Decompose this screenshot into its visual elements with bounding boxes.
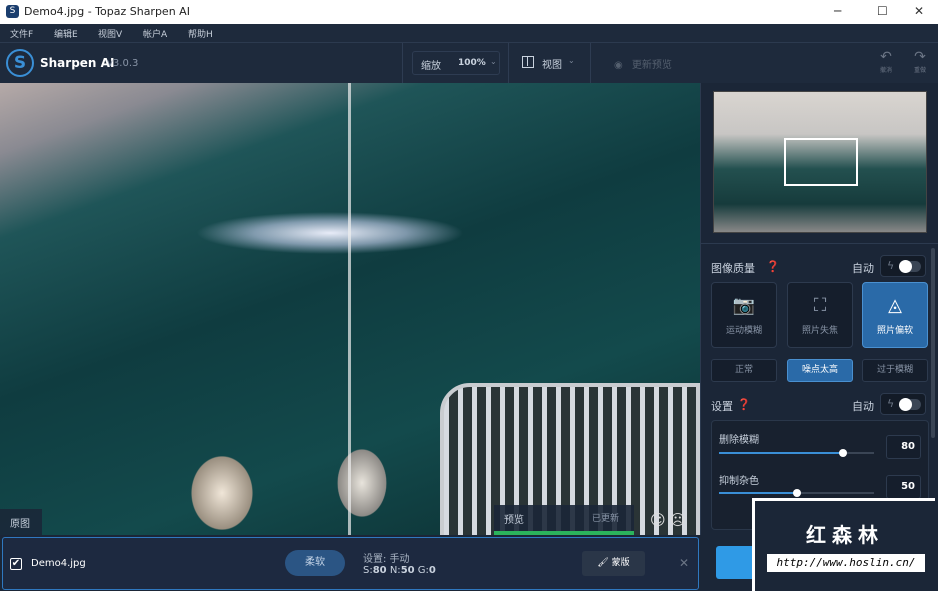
image-quality-label: 图像质量	[711, 262, 755, 275]
eye-icon: ◉	[614, 60, 623, 71]
maximize-button[interactable]: ☐	[877, 4, 888, 18]
preview-box: 预览 已更新	[494, 505, 634, 535]
mode-out-of-focus[interactable]: ⛶ 照片失焦	[787, 282, 853, 348]
auto-settings-toggle[interactable]: ϟ	[880, 393, 926, 415]
zoom-value: 100%	[458, 58, 486, 68]
help-icon[interactable]: ❓	[737, 398, 751, 411]
image-canvas[interactable]: 原图 预览 已更新 ☺ ☹	[0, 83, 700, 535]
remove-file-button[interactable]: ✕	[679, 556, 689, 570]
menu-edit[interactable]: 编辑E	[54, 27, 78, 40]
redo-icon: ↷	[914, 49, 926, 65]
watermark-title: 红森林	[806, 523, 884, 547]
file-name: Demo4.jpg	[31, 558, 86, 569]
toolbar: S Sharpen AI v3.0.3 缩放 100% ⌄ 视图 ⌄ ◉ 更新预…	[0, 43, 938, 83]
app-icon: S	[6, 5, 19, 18]
prism-icon: ◬	[888, 295, 902, 316]
mode-label: 照片偏软	[876, 326, 913, 336]
preview-status: 已更新	[592, 514, 620, 524]
window-title: Demo4.jpg - Topaz Sharpen AI	[24, 5, 190, 18]
undo-label: 撤消	[879, 67, 892, 74]
noise-high[interactable]: 噪点太高	[787, 359, 853, 382]
mask-button[interactable]: 🖌 蒙版	[582, 551, 645, 576]
suppress-noise-value[interactable]: 50	[886, 475, 921, 499]
original-label: 原图	[0, 509, 42, 535]
zoom-dropdown[interactable]: 缩放 100% ⌄	[412, 51, 500, 75]
smile-face-icon[interactable]: ☺	[650, 511, 666, 529]
neutral-face-icon[interactable]: ☹	[670, 511, 686, 529]
redo-button[interactable]: ↷ 重做	[908, 49, 932, 74]
menu-file[interactable]: 文件F	[10, 27, 33, 40]
menu-account[interactable]: 帐户A	[143, 27, 167, 40]
remove-blur-slider[interactable]	[719, 449, 874, 457]
undo-button[interactable]: ↶ 撤消	[874, 49, 898, 74]
redo-label: 重做	[913, 67, 926, 74]
camera-shake-icon: 📷	[732, 295, 756, 316]
navigator-viewport[interactable]	[784, 138, 858, 186]
watermark-logo: 红森林 http://www.hoslin.cn/	[752, 498, 935, 591]
suppress-noise-slider[interactable]	[719, 489, 874, 497]
remove-blur-value[interactable]: 80	[886, 435, 921, 459]
watermark-url: http://www.hoslin.cn/	[767, 554, 925, 572]
slider-knob[interactable]	[792, 489, 801, 497]
focus-person-icon: ⛶	[813, 295, 827, 316]
settings-line: 设置: 手动	[363, 554, 410, 565]
menu-bar: 文件F 编辑E 视图V 帐户A 帮助H	[0, 24, 938, 43]
update-preview-button[interactable]: ◉ 更新预览	[614, 56, 672, 71]
mode-label: 运动模糊	[725, 326, 762, 336]
app-name: Sharpen AI	[40, 56, 115, 70]
undo-icon: ↶	[880, 49, 892, 65]
title-bar: S Demo4.jpg - Topaz Sharpen AI ─ ☐ ✕	[0, 0, 938, 24]
update-preview-label: 更新预览	[631, 60, 672, 71]
brush-icon: 🖌	[597, 558, 609, 568]
menu-view[interactable]: 视图V	[98, 27, 122, 40]
view-label: 视图	[542, 60, 562, 71]
lightning-icon: ϟ	[887, 259, 895, 272]
minimize-button[interactable]: ─	[834, 4, 841, 18]
mode-motion-blur[interactable]: 📷 运动模糊	[711, 282, 777, 348]
split-divider-handle[interactable]	[348, 83, 351, 535]
help-icon[interactable]: ❓	[766, 260, 780, 273]
slider-knob[interactable]	[839, 449, 847, 457]
right-panel: 图像质量 ❓ 自动 ϟ 📷 运动模糊 ⛶ 照片失焦 ◬ 照片偏软 正常 噪点太高 过于…	[700, 83, 938, 535]
slider-fill	[719, 492, 797, 494]
mode-too-soft[interactable]: ◬ 照片偏软	[862, 282, 928, 348]
lightning-icon: ϟ	[887, 397, 895, 410]
remove-blur-label: 删除模糊	[719, 435, 759, 446]
slider-fill	[719, 452, 843, 454]
menu-help[interactable]: 帮助H	[188, 27, 213, 40]
chevron-down-icon: ⌄	[490, 57, 497, 66]
auto-label: 自动	[852, 400, 874, 413]
mode-badge: 柔软	[285, 550, 345, 576]
view-dropdown[interactable]: 视图 ⌄	[520, 51, 580, 75]
noise-blurry[interactable]: 过于模糊	[862, 359, 928, 382]
file-card[interactable]: ✔ Demo4.jpg 柔软 设置: 手动 S:80 N:50 G:0 🖌 蒙版…	[2, 537, 699, 590]
auto-label: 自动	[852, 262, 874, 275]
suppress-noise-label: 抑制杂色	[719, 476, 759, 487]
auto-quality-toggle[interactable]: ϟ	[880, 255, 926, 277]
app-version: v3.0.3	[107, 58, 139, 69]
settings-label: 设置	[711, 400, 733, 413]
chevron-down-icon: ⌄	[568, 56, 575, 65]
noise-normal[interactable]: 正常	[711, 359, 777, 382]
sharpen-logo-icon: S	[6, 49, 34, 77]
split-view-icon	[522, 56, 534, 68]
navigator-thumbnail[interactable]	[713, 91, 927, 233]
close-window-button[interactable]: ✕	[914, 4, 924, 18]
zoom-label: 缩放	[421, 61, 441, 72]
mode-label: 照片失焦	[801, 326, 838, 336]
file-checkbox[interactable]: ✔	[10, 558, 22, 570]
panel-scrollbar[interactable]	[931, 248, 935, 438]
settings-values: S:80 N:50 G:0	[363, 565, 436, 576]
preview-label: 预览	[504, 515, 524, 526]
mask-label: 蒙版	[611, 558, 630, 568]
